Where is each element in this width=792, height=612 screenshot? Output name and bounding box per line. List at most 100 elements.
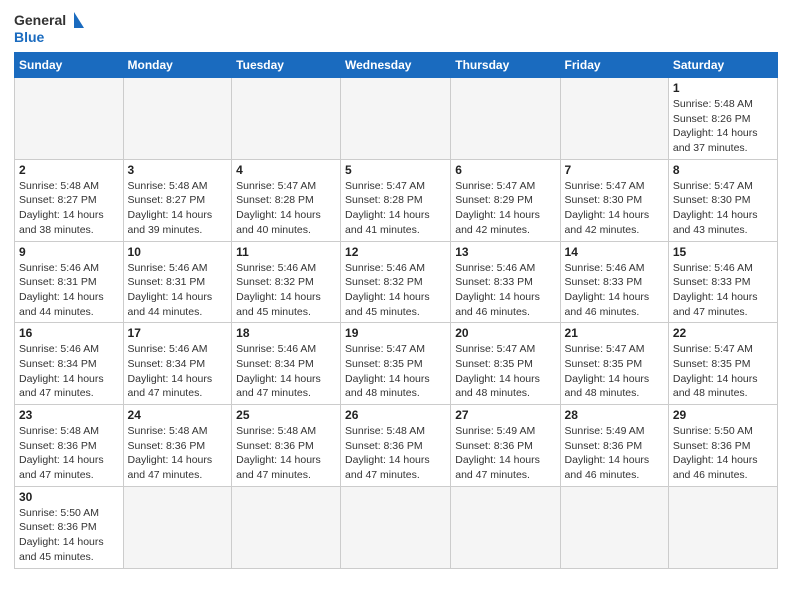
day-info: Sunrise: 5:47 AM Sunset: 8:35 PM Dayligh… (673, 342, 773, 401)
week-row-3: 16 Sunrise: 5:46 AM Sunset: 8:34 PM Dayli… (15, 323, 778, 405)
day-number: 16 (19, 326, 119, 340)
day-number: 20 (455, 326, 555, 340)
day-info: Sunrise: 5:46 AM Sunset: 8:34 PM Dayligh… (128, 342, 228, 401)
day-cell (341, 486, 451, 568)
svg-text:General: General (14, 12, 66, 28)
day-info: Sunrise: 5:46 AM Sunset: 8:33 PM Dayligh… (673, 261, 773, 320)
day-cell: 13Sunrise: 5:46 AM Sunset: 8:33 PM Dayli… (451, 241, 560, 323)
day-cell: 15 Sunrise: 5:46 AM Sunset: 8:33 PM Dayli… (668, 241, 777, 323)
day-cell: 22 Sunrise: 5:47 AM Sunset: 8:35 PM Dayli… (668, 323, 777, 405)
header-row: SundayMondayTuesdayWednesdayThursdayFrid… (15, 53, 778, 78)
day-cell: 29 Sunrise: 5:50 AM Sunset: 8:36 PM Dayli… (668, 405, 777, 487)
day-cell: 8 Sunrise: 5:47 AM Sunset: 8:30 PM Daylig… (668, 159, 777, 241)
day-cell: 23 Sunrise: 5:48 AM Sunset: 8:36 PM Dayli… (15, 405, 124, 487)
day-info: Sunrise: 5:46 AM Sunset: 8:34 PM Dayligh… (19, 342, 119, 401)
day-info: Sunrise: 5:46 AM Sunset: 8:31 PM Dayligh… (19, 261, 119, 320)
day-number: 19 (345, 326, 446, 340)
day-number: 24 (128, 408, 228, 422)
day-number: 7 (565, 163, 664, 177)
day-info: Sunrise: 5:48 AM Sunset: 8:36 PM Dayligh… (345, 424, 446, 483)
day-info: Sunrise: 5:47 AM Sunset: 8:30 PM Dayligh… (673, 179, 773, 238)
day-cell (560, 486, 668, 568)
day-info: Sunrise: 5:46 AM Sunset: 8:33 PM Dayligh… (455, 261, 555, 320)
day-cell (668, 486, 777, 568)
day-info: Sunrise: 5:46 AM Sunset: 8:32 PM Dayligh… (236, 261, 336, 320)
day-cell: 2Sunrise: 5:48 AM Sunset: 8:27 PM Daylig… (15, 159, 124, 241)
day-cell: 30 Sunrise: 5:50 AM Sunset: 8:36 PM Dayli… (15, 486, 124, 568)
day-number: 23 (19, 408, 119, 422)
day-cell: 28 Sunrise: 5:49 AM Sunset: 8:36 PM Dayli… (560, 405, 668, 487)
header: General Blue (14, 10, 778, 46)
day-info: Sunrise: 5:50 AM Sunset: 8:36 PM Dayligh… (673, 424, 773, 483)
day-info: Sunrise: 5:46 AM Sunset: 8:34 PM Dayligh… (236, 342, 336, 401)
day-info: Sunrise: 5:48 AM Sunset: 8:36 PM Dayligh… (128, 424, 228, 483)
day-info: Sunrise: 5:50 AM Sunset: 8:36 PM Dayligh… (19, 506, 119, 565)
day-cell (341, 78, 451, 160)
day-number: 11 (236, 245, 336, 259)
day-cell: 11 Sunrise: 5:46 AM Sunset: 8:32 PM Dayli… (232, 241, 341, 323)
day-number: 15 (673, 245, 773, 259)
col-header-thursday: Thursday (451, 53, 560, 78)
day-cell: 24 Sunrise: 5:48 AM Sunset: 8:36 PM Dayli… (123, 405, 232, 487)
calendar-page: General Blue SundayMondayTuesdayWednesda… (0, 0, 792, 583)
col-header-sunday: Sunday (15, 53, 124, 78)
day-info: Sunrise: 5:48 AM Sunset: 8:26 PM Dayligh… (673, 97, 773, 156)
day-number: 4 (236, 163, 336, 177)
week-row-5: 30 Sunrise: 5:50 AM Sunset: 8:36 PM Dayli… (15, 486, 778, 568)
day-cell: 18Sunrise: 5:46 AM Sunset: 8:34 PM Dayli… (232, 323, 341, 405)
day-info: Sunrise: 5:46 AM Sunset: 8:32 PM Dayligh… (345, 261, 446, 320)
day-number: 5 (345, 163, 446, 177)
day-info: Sunrise: 5:49 AM Sunset: 8:36 PM Dayligh… (565, 424, 664, 483)
day-number: 27 (455, 408, 555, 422)
day-cell: 26 Sunrise: 5:48 AM Sunset: 8:36 PM Dayli… (341, 405, 451, 487)
day-info: Sunrise: 5:47 AM Sunset: 8:28 PM Dayligh… (345, 179, 446, 238)
day-number: 30 (19, 490, 119, 504)
day-cell: 12 Sunrise: 5:46 AM Sunset: 8:32 PM Dayli… (341, 241, 451, 323)
day-info: Sunrise: 5:47 AM Sunset: 8:28 PM Dayligh… (236, 179, 336, 238)
day-number: 2 (19, 163, 119, 177)
day-cell: 27 Sunrise: 5:49 AM Sunset: 8:36 PM Dayli… (451, 405, 560, 487)
day-cell (123, 486, 232, 568)
day-info: Sunrise: 5:46 AM Sunset: 8:31 PM Dayligh… (128, 261, 228, 320)
day-cell: 21Sunrise: 5:47 AM Sunset: 8:35 PM Dayli… (560, 323, 668, 405)
day-cell: 5 Sunrise: 5:47 AM Sunset: 8:28 PM Daylig… (341, 159, 451, 241)
day-info: Sunrise: 5:48 AM Sunset: 8:36 PM Dayligh… (236, 424, 336, 483)
day-number: 22 (673, 326, 773, 340)
day-number: 12 (345, 245, 446, 259)
day-info: Sunrise: 5:46 AM Sunset: 8:33 PM Dayligh… (565, 261, 664, 320)
week-row-0: 1Sunrise: 5:48 AM Sunset: 8:26 PM Daylig… (15, 78, 778, 160)
week-row-4: 23 Sunrise: 5:48 AM Sunset: 8:36 PM Dayli… (15, 405, 778, 487)
logo: General Blue (14, 10, 84, 46)
generalblue-logo-icon: General Blue (14, 10, 84, 46)
day-number: 25 (236, 408, 336, 422)
day-cell (451, 78, 560, 160)
day-cell: 16 Sunrise: 5:46 AM Sunset: 8:34 PM Dayli… (15, 323, 124, 405)
day-number: 14 (565, 245, 664, 259)
day-cell: 6 Sunrise: 5:47 AM Sunset: 8:29 PM Daylig… (451, 159, 560, 241)
day-cell: 3Sunrise: 5:48 AM Sunset: 8:27 PM Daylig… (123, 159, 232, 241)
day-cell: 17Sunrise: 5:46 AM Sunset: 8:34 PM Dayli… (123, 323, 232, 405)
day-number: 9 (19, 245, 119, 259)
day-cell: 19Sunrise: 5:47 AM Sunset: 8:35 PM Dayli… (341, 323, 451, 405)
day-info: Sunrise: 5:47 AM Sunset: 8:29 PM Dayligh… (455, 179, 555, 238)
col-header-wednesday: Wednesday (341, 53, 451, 78)
day-info: Sunrise: 5:47 AM Sunset: 8:30 PM Dayligh… (565, 179, 664, 238)
day-number: 10 (128, 245, 228, 259)
week-row-2: 9 Sunrise: 5:46 AM Sunset: 8:31 PM Daylig… (15, 241, 778, 323)
day-cell: 4 Sunrise: 5:47 AM Sunset: 8:28 PM Daylig… (232, 159, 341, 241)
day-number: 8 (673, 163, 773, 177)
day-number: 6 (455, 163, 555, 177)
day-cell: 14 Sunrise: 5:46 AM Sunset: 8:33 PM Dayli… (560, 241, 668, 323)
day-number: 21 (565, 326, 664, 340)
col-header-saturday: Saturday (668, 53, 777, 78)
day-info: Sunrise: 5:49 AM Sunset: 8:36 PM Dayligh… (455, 424, 555, 483)
day-cell: 1Sunrise: 5:48 AM Sunset: 8:26 PM Daylig… (668, 78, 777, 160)
day-cell: 10 Sunrise: 5:46 AM Sunset: 8:31 PM Dayli… (123, 241, 232, 323)
day-number: 28 (565, 408, 664, 422)
day-number: 26 (345, 408, 446, 422)
day-info: Sunrise: 5:48 AM Sunset: 8:36 PM Dayligh… (19, 424, 119, 483)
day-info: Sunrise: 5:47 AM Sunset: 8:35 PM Dayligh… (455, 342, 555, 401)
week-row-1: 2Sunrise: 5:48 AM Sunset: 8:27 PM Daylig… (15, 159, 778, 241)
day-cell (123, 78, 232, 160)
day-number: 29 (673, 408, 773, 422)
